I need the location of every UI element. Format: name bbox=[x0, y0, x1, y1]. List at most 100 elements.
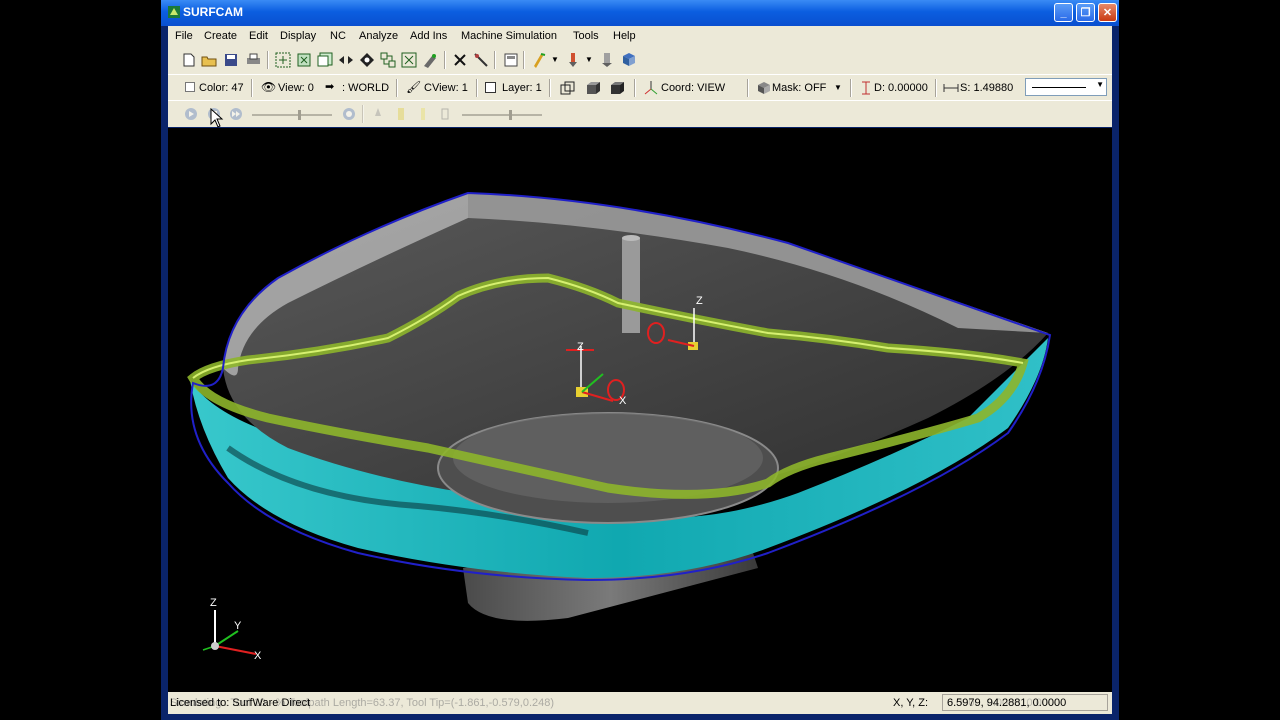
solid-box-icon[interactable] bbox=[608, 79, 626, 97]
app-icon bbox=[168, 6, 180, 18]
zoom-center-icon[interactable] bbox=[400, 51, 418, 69]
toolbar-separator bbox=[850, 79, 852, 97]
menu-analyze[interactable]: Analyze bbox=[359, 30, 398, 42]
menu-edit[interactable]: Edit bbox=[249, 30, 268, 42]
tool-display-icon[interactable] bbox=[369, 105, 387, 123]
cview-field[interactable]: CView: 1 bbox=[424, 82, 468, 94]
title-bar[interactable]: SURFCAM _ ❐ ✕ bbox=[161, 0, 1119, 26]
xyz-readout: 0.0000, 0.0000, 0.0000 6.5979, 94.2881, … bbox=[942, 694, 1108, 711]
menu-help[interactable]: Help bbox=[613, 30, 636, 42]
menu-bar: File Create Edit Display NC Analyze Add … bbox=[168, 26, 1112, 46]
svg-text:Z: Z bbox=[696, 295, 703, 307]
xyz-label: X, Y, Z: bbox=[893, 697, 929, 709]
axis-label-y: Y bbox=[234, 620, 242, 632]
save-icon[interactable] bbox=[222, 51, 240, 69]
record-icon[interactable] bbox=[340, 105, 358, 123]
maximize-button[interactable]: ❐ bbox=[1076, 3, 1095, 22]
color-field[interactable]: Color: 47 bbox=[199, 82, 244, 94]
toolbar-separator bbox=[396, 79, 398, 97]
toolbar-separator bbox=[523, 51, 525, 69]
toolbar-separator bbox=[549, 79, 551, 97]
step-field[interactable]: S: 1.49880 bbox=[960, 82, 1013, 94]
simulation-icon[interactable] bbox=[620, 51, 638, 69]
toolbar-separator bbox=[476, 79, 478, 97]
verify-icon[interactable] bbox=[598, 51, 616, 69]
xyz-value: 6.5979, 94.2881, 0.0000 bbox=[947, 697, 1067, 709]
trim-icon[interactable] bbox=[472, 51, 490, 69]
toolpath-display-icon[interactable] bbox=[414, 105, 432, 123]
close-button[interactable]: ✕ bbox=[1098, 3, 1117, 22]
chevron-down-icon[interactable]: ▼ bbox=[546, 51, 564, 69]
toolbar-separator bbox=[935, 79, 937, 97]
zoom-previous-icon[interactable] bbox=[316, 51, 334, 69]
toolbar-separator bbox=[494, 51, 496, 69]
new-file-icon[interactable] bbox=[180, 51, 198, 69]
delete-icon[interactable] bbox=[451, 51, 469, 69]
step-forward-icon[interactable] bbox=[227, 105, 245, 123]
attributes-toolbar: Color: 47 👁 View: 0 ➡ : WORLD 🖌 CView: 1… bbox=[168, 74, 1112, 101]
svg-text:X: X bbox=[619, 395, 627, 407]
holder-display-icon[interactable] bbox=[392, 105, 410, 123]
svg-text:Z: Z bbox=[577, 341, 584, 353]
toolbar-separator bbox=[444, 51, 446, 69]
zoom-in-icon[interactable] bbox=[337, 51, 355, 69]
position-slider[interactable] bbox=[462, 114, 542, 116]
toolbar-separator bbox=[362, 105, 364, 123]
mask-dropdown-icon[interactable]: ▼ bbox=[834, 83, 842, 92]
status-message: Licensed to: SurfWare Direct bbox=[170, 697, 311, 709]
toolbar-separator bbox=[747, 79, 749, 97]
world-field[interactable]: : WORLD bbox=[342, 82, 389, 94]
wireframe-icon[interactable] bbox=[558, 79, 576, 97]
menu-display[interactable]: Display bbox=[280, 30, 316, 42]
layer-icon bbox=[485, 82, 496, 93]
depth-icon bbox=[857, 79, 875, 97]
zoom-extents-icon[interactable] bbox=[295, 51, 313, 69]
toolbar-separator bbox=[251, 79, 253, 97]
menu-file[interactable]: File bbox=[175, 30, 193, 42]
pan-icon[interactable] bbox=[358, 51, 376, 69]
cview-icon: 🖌 bbox=[406, 80, 422, 94]
view-eye-icon: 👁 bbox=[261, 80, 277, 94]
stock-display-icon[interactable] bbox=[436, 105, 454, 123]
menu-nc[interactable]: NC bbox=[330, 30, 346, 42]
main-toolbar: ▼ ▼ bbox=[168, 46, 1112, 74]
open-folder-icon[interactable] bbox=[200, 51, 218, 69]
calculator-icon[interactable] bbox=[502, 51, 520, 69]
coordinate-triad: Z X Y bbox=[202, 597, 262, 662]
position-slider-thumb[interactable] bbox=[509, 110, 512, 120]
chevron-down-icon[interactable]: ▼ bbox=[580, 51, 598, 69]
shaded-box-icon[interactable] bbox=[584, 79, 602, 97]
print-icon[interactable] bbox=[244, 51, 262, 69]
axis-label-z: Z bbox=[210, 597, 217, 609]
zoom-window-icon[interactable] bbox=[274, 51, 292, 69]
simulation-toolbar bbox=[168, 100, 1112, 127]
step-icon bbox=[942, 79, 960, 97]
axis-label-x: X bbox=[254, 650, 262, 662]
speed-slider-thumb[interactable] bbox=[298, 110, 301, 120]
dynamic-rotate-icon[interactable] bbox=[379, 51, 397, 69]
speed-slider[interactable] bbox=[252, 114, 332, 116]
menu-create[interactable]: Create bbox=[204, 30, 237, 42]
menu-add-ins[interactable]: Add Ins bbox=[410, 30, 447, 42]
app-window: SURFCAM _ ❐ ✕ File Create Edit Display N… bbox=[161, 0, 1119, 720]
mask-field[interactable]: Mask: OFF bbox=[772, 82, 826, 94]
mask-icon bbox=[755, 79, 773, 97]
shade-icon[interactable] bbox=[421, 51, 439, 69]
line-style-dropdown[interactable]: ▼ bbox=[1025, 78, 1107, 96]
color-swatch-checkbox[interactable] bbox=[185, 82, 195, 92]
view-field[interactable]: View: 0 bbox=[278, 82, 314, 94]
menu-tools[interactable]: Tools bbox=[573, 30, 599, 42]
graphics-viewport[interactable]: Z X Z Z X Y bbox=[168, 128, 1112, 692]
menu-machine-simulation[interactable]: Machine Simulation bbox=[461, 30, 557, 42]
world-arrow-icon: ➡ bbox=[325, 81, 335, 93]
play-icon[interactable] bbox=[182, 105, 200, 123]
layer-field[interactable]: Layer: 1 bbox=[502, 82, 542, 94]
window-title: SURFCAM bbox=[183, 5, 243, 19]
minimize-button[interactable]: _ bbox=[1054, 3, 1073, 22]
coord-axes-icon bbox=[642, 79, 660, 97]
chevron-down-icon: ▼ bbox=[1096, 80, 1104, 89]
toolbar-separator bbox=[634, 79, 636, 97]
coord-field[interactable]: Coord: VIEW bbox=[661, 82, 725, 94]
depth-field[interactable]: D: 0.00000 bbox=[874, 82, 928, 94]
toolbar-separator bbox=[267, 51, 269, 69]
